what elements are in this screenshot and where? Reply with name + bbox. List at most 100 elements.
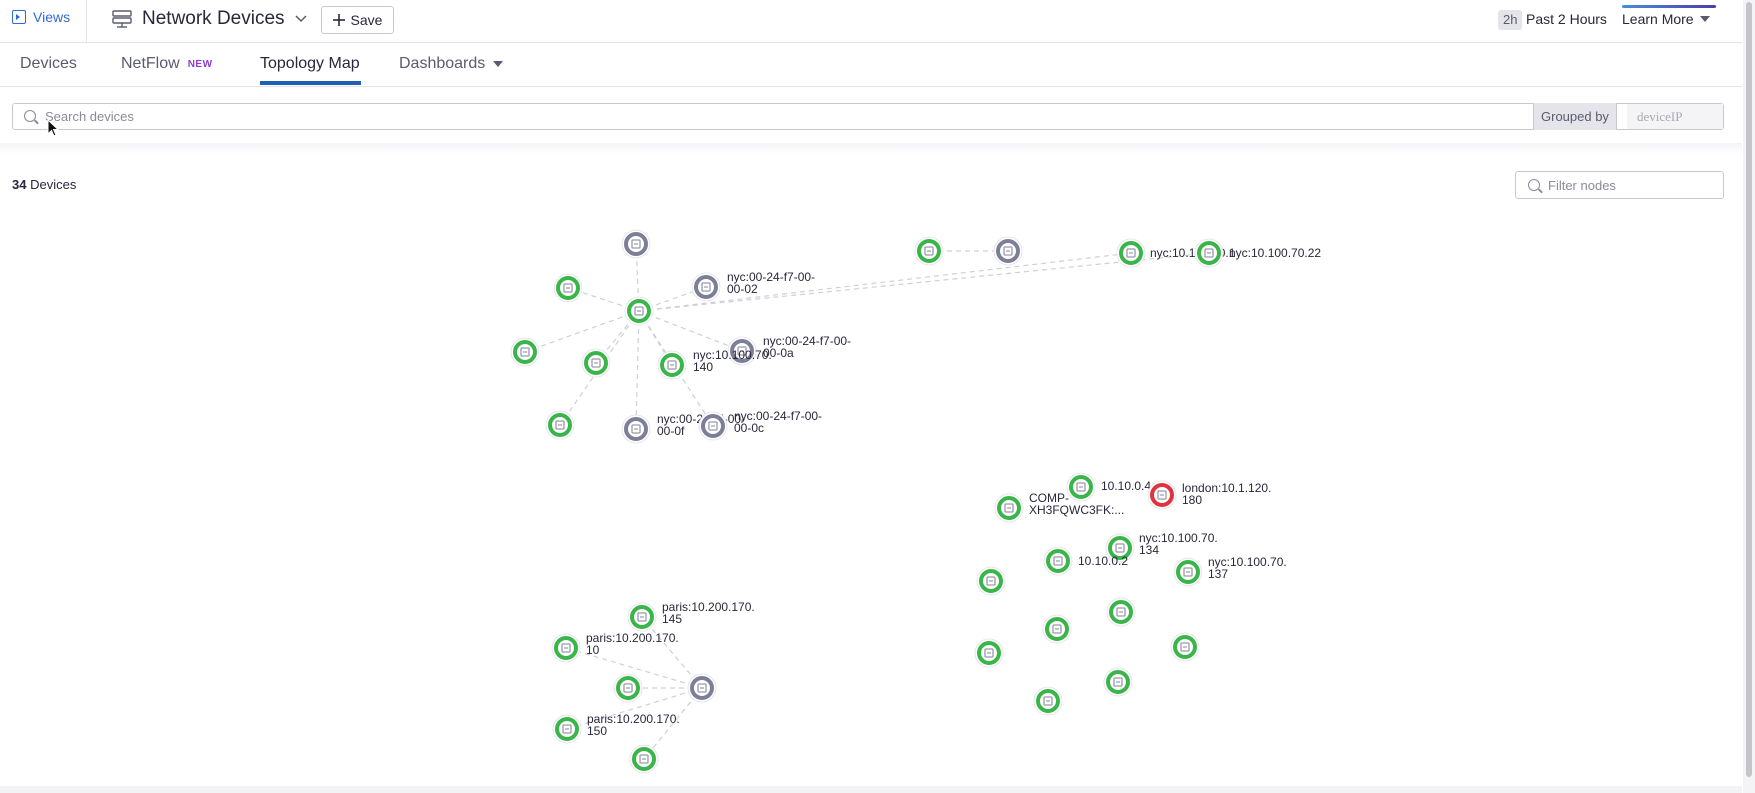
topology-node[interactable]	[1170, 632, 1200, 662]
node-label: nyc:10.100.70. 134	[1139, 531, 1218, 557]
topology-node[interactable]: 10.10.0.4	[1066, 472, 1151, 502]
topology-node[interactable]	[629, 744, 659, 774]
node-label-line: 10.10.0.2	[1078, 554, 1128, 568]
filter-nodes-field	[1515, 171, 1724, 199]
node-label-line: paris:10.200.170.	[586, 631, 679, 645]
node-label-line: 10.10.0.4	[1101, 479, 1151, 493]
topology-link	[635, 310, 640, 430]
tab-topology-map[interactable]: Topology Map	[260, 55, 360, 73]
save-button[interactable]: Save	[321, 6, 394, 34]
network-devices-icon	[112, 10, 132, 28]
topology-node[interactable]: paris:10.200.170. 145	[627, 600, 755, 632]
node-label: nyc:00-24-f7-00-00-0a	[763, 334, 851, 360]
tab-bar: Devices NetFlow NEW Topology Map Dashboa…	[0, 44, 1742, 87]
learn-more-dropdown[interactable]: Learn More	[1622, 11, 1710, 27]
tab-topology-map-label: Topology Map	[260, 55, 360, 72]
search-icon	[1528, 179, 1540, 191]
views-panel-icon	[12, 10, 26, 24]
topology-node[interactable]	[624, 296, 654, 326]
topology-node[interactable]	[613, 673, 643, 703]
page-title-dropdown[interactable]: Network Devices	[112, 8, 307, 30]
tab-dashboards[interactable]: Dashboards	[399, 55, 504, 73]
topology-node[interactable]: nyc:10.100.70. 137	[1173, 555, 1287, 587]
topology-node[interactable]	[581, 348, 611, 378]
header-divider	[86, 0, 87, 43]
devices-count-suffix: Devices	[30, 177, 77, 192]
tab-netflow[interactable]: NetFlow NEW	[121, 55, 213, 73]
grouped-by-select[interactable]: deviceIP	[1627, 104, 1723, 129]
time-range-selector[interactable]: Past 2 Hours	[1526, 11, 1607, 27]
node-label-line: 00-02	[727, 282, 758, 296]
node-label: london:10.1.120. 180	[1182, 481, 1271, 507]
topology-node[interactable]: nyc:10.100.70. 140	[657, 348, 772, 380]
caret-down-icon	[1699, 16, 1710, 22]
topology-node[interactable]	[1042, 614, 1072, 644]
node-label: paris:10.200.170. 150	[587, 712, 680, 738]
save-label: Save	[350, 12, 383, 28]
search-bar: Grouped by deviceIP	[12, 103, 1724, 130]
tab-netflow-label: NetFlow	[121, 55, 180, 72]
topology-link	[524, 310, 640, 353]
topology-node[interactable]	[545, 410, 575, 440]
node-label-line: nyc:10.100.70.22	[1229, 246, 1321, 260]
node-label-line: 00-0f	[657, 424, 685, 438]
node-label-line: 180	[1182, 493, 1202, 507]
topology-node[interactable]	[1033, 686, 1063, 716]
bottom-edge	[0, 786, 1742, 793]
node-label-line: XH3FQWC3FK:...	[1029, 503, 1124, 517]
topology-node[interactable]: paris:10.200.170. 10	[551, 631, 679, 663]
topology-node[interactable]: nyc:00-24-f7-00-00-0c	[698, 409, 822, 441]
topology-node[interactable]	[974, 638, 1004, 668]
views-button[interactable]: Views	[12, 9, 70, 25]
devices-count: 34 Devices	[12, 177, 76, 192]
grouped-by-label: Grouped by	[1533, 103, 1617, 130]
topology-nodes: nyc:00-24-f7-00-00-02 nyc:00-24-f7-00-00-…	[510, 229, 1321, 774]
node-label-line: 150	[587, 724, 607, 738]
new-badge: NEW	[187, 58, 213, 70]
active-tab-indicator	[260, 81, 361, 85]
topology-node[interactable]	[1106, 597, 1136, 627]
node-label: nyc:10.100.70. 140	[693, 348, 772, 374]
chevron-down-icon	[295, 15, 307, 23]
topology-node[interactable]	[510, 337, 540, 367]
section-divider	[0, 143, 1742, 155]
node-label: 10.10.0.2	[1078, 554, 1128, 568]
topology-node[interactable]	[553, 273, 583, 303]
tab-dashboards-label: Dashboards	[399, 55, 486, 72]
node-label-line: 134	[1139, 543, 1159, 557]
page-title: Network Devices	[142, 8, 285, 29]
topology-link	[638, 310, 743, 352]
topology-node[interactable]: nyc:10.100.70.22	[1194, 238, 1321, 268]
vertical-scrollbar[interactable]	[1743, 0, 1755, 793]
node-label: nyc:10.100.70. 137	[1208, 555, 1287, 581]
topology-node[interactable]: COMP-XH3FQWC3FK:...	[994, 491, 1124, 523]
filter-nodes-input[interactable]	[1548, 175, 1718, 195]
mouse-cursor-icon	[47, 119, 59, 137]
app-root: Views Network Devices Save 2h Past 2 Hou…	[0, 0, 1755, 793]
plus-icon	[332, 14, 345, 26]
tab-devices-label: Devices	[20, 55, 77, 72]
caret-down-icon	[493, 61, 504, 67]
learn-more-accent-bar	[1622, 5, 1716, 8]
devices-count-number: 34	[12, 177, 27, 192]
topology-node[interactable]	[687, 673, 717, 703]
topology-node[interactable]: london:10.1.120. 180	[1147, 480, 1271, 510]
node-label: paris:10.200.170. 145	[662, 600, 755, 626]
time-range-badge[interactable]: 2h	[1498, 10, 1523, 30]
topology-node[interactable]	[621, 229, 651, 259]
scrollbar-thumb[interactable]	[1746, 2, 1752, 777]
node-label: paris:10.200.170. 10	[586, 631, 679, 657]
topology-node[interactable]: nyc:00-24-f7-00-00-02	[691, 270, 815, 302]
search-input[interactable]	[45, 106, 1525, 127]
topology-node[interactable]	[993, 236, 1023, 266]
node-label: nyc:10.100.70.22	[1229, 246, 1321, 260]
tab-devices[interactable]: Devices	[20, 55, 77, 73]
node-label-line: 140	[693, 360, 713, 374]
top-header: Views Network Devices Save 2h Past 2 Hou…	[0, 0, 1742, 43]
topology-map-canvas[interactable]: nyc:00-24-f7-00-00-02 nyc:00-24-f7-00-00-…	[0, 200, 1742, 786]
topology-node[interactable]	[1103, 667, 1133, 697]
views-label: Views	[33, 9, 71, 25]
topology-node[interactable]	[914, 236, 944, 266]
node-label-line: 10	[586, 643, 600, 657]
topology-node[interactable]	[976, 566, 1006, 596]
